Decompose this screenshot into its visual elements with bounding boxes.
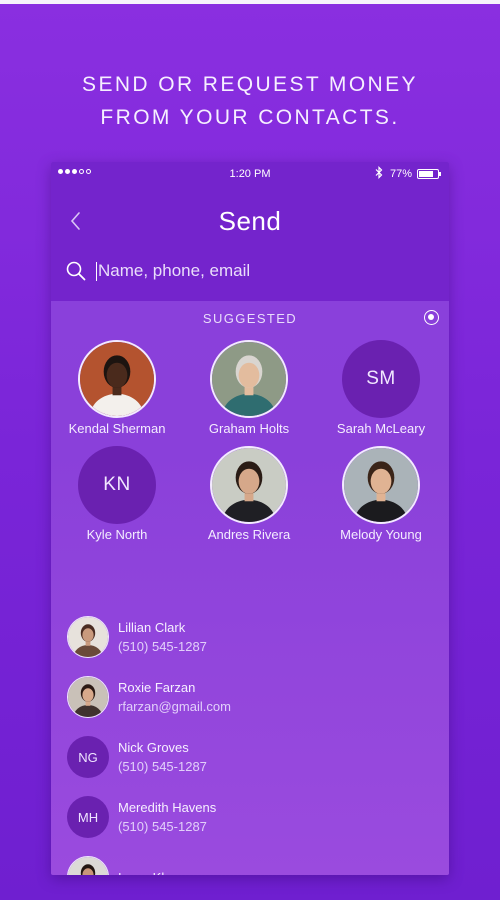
avatar-initials: SM xyxy=(366,368,396,389)
phone-screen: 1:20 PM 77% Send SUGGESTED Kendal Sh xyxy=(51,162,449,875)
radio-toggle[interactable] xyxy=(424,310,439,325)
contact-info: Isaac Khan xyxy=(118,868,183,876)
contact-detail: (510) 545-1287 xyxy=(118,639,207,654)
avatar xyxy=(78,340,156,418)
contact-name: Melody Young xyxy=(340,527,422,542)
suggested-contact[interactable]: KN Kyle North xyxy=(51,446,183,542)
headline-line-1: SEND OR REQUEST MONEY xyxy=(82,73,418,96)
bluetooth-icon xyxy=(375,166,383,182)
avatar xyxy=(67,856,109,875)
battery-icon xyxy=(417,169,441,179)
avatar: MH xyxy=(67,796,109,838)
avatar-photo xyxy=(80,342,154,416)
list-item[interactable]: Roxie Farzan rfarzan@gmail.com xyxy=(67,667,437,727)
contact-name: Sarah McLeary xyxy=(336,421,426,436)
top-edge xyxy=(0,0,500,4)
screen-title: Send xyxy=(218,206,282,236)
list-item[interactable]: NG Nick Groves (510) 545-1287 xyxy=(67,727,437,787)
contact-name: Isaac Khan xyxy=(118,868,183,876)
search-input[interactable] xyxy=(97,261,417,281)
contact-name: Graham Holts xyxy=(208,421,290,436)
battery-percentage: 77% xyxy=(389,168,412,180)
avatar-initials: MH xyxy=(77,809,99,825)
avatar-photo xyxy=(212,342,286,416)
contact-name: Lillian Clark xyxy=(118,620,186,635)
avatar-initials: KN xyxy=(103,474,131,495)
avatar-photo xyxy=(212,448,286,522)
promo-headline: SEND OR REQUEST MONEY FROM YOUR CONTACTS… xyxy=(0,68,500,134)
avatar xyxy=(67,676,109,718)
suggested-contact[interactable]: Melody Young xyxy=(315,446,447,542)
avatar: NG xyxy=(67,736,109,778)
contact-name: Kyle North xyxy=(86,527,148,542)
suggested-contact[interactable]: Andres Rivera xyxy=(183,446,315,542)
avatar xyxy=(210,446,288,524)
list-item[interactable]: MH Meredith Havens (510) 545-1287 xyxy=(67,787,437,847)
list-item[interactable]: Isaac Khan xyxy=(67,847,437,875)
headline-line-2: FROM YOUR CONTACTS. xyxy=(100,106,400,129)
list-item[interactable]: Lillian Clark (510) 545-1287 xyxy=(67,607,437,667)
contact-name: Andres Rivera xyxy=(207,527,291,542)
contact-detail: rfarzan@gmail.com xyxy=(118,699,231,714)
contact-info: Roxie Farzan rfarzan@gmail.com xyxy=(118,678,231,716)
contact-detail: (510) 545-1287 xyxy=(118,759,207,774)
contact-name: Kendal Sherman xyxy=(68,421,166,436)
avatar-photo xyxy=(68,857,108,875)
status-bar: 1:20 PM 77% xyxy=(51,162,449,186)
avatar-initials: NG xyxy=(78,749,98,765)
avatar-photo xyxy=(68,677,108,717)
avatar xyxy=(210,340,288,418)
avatar: KN xyxy=(78,446,156,524)
avatar-photo xyxy=(68,617,108,657)
search-bar[interactable] xyxy=(65,258,435,284)
contact-info: Meredith Havens (510) 545-1287 xyxy=(118,798,216,836)
suggested-heading: SUGGESTED xyxy=(202,311,298,326)
header: 1:20 PM 77% Send xyxy=(51,162,449,301)
contact-info: Lillian Clark (510) 545-1287 xyxy=(118,618,207,656)
battery-level xyxy=(419,171,433,177)
contact-info: Nick Groves (510) 545-1287 xyxy=(118,738,207,776)
avatar xyxy=(342,446,420,524)
contact-name: Nick Groves xyxy=(118,740,189,755)
contact-detail: (510) 545-1287 xyxy=(118,819,207,834)
contact-name: Meredith Havens xyxy=(118,800,217,815)
avatar xyxy=(67,616,109,658)
suggested-contact[interactable]: SM Sarah McLeary xyxy=(315,340,447,436)
avatar: SM xyxy=(342,340,420,418)
suggested-contact[interactable]: Graham Holts xyxy=(183,340,315,436)
contact-name: Roxie Farzan xyxy=(118,680,196,695)
suggested-contacts: Kendal Sherman Graham Holts SM Sarah McLear… xyxy=(51,340,449,542)
suggested-contact[interactable]: Kendal Sherman xyxy=(51,340,183,436)
avatar-photo xyxy=(344,448,418,522)
contact-list: Lillian Clark (510) 545-1287 Roxie Farzan r… xyxy=(67,607,437,875)
search-icon xyxy=(66,261,86,281)
